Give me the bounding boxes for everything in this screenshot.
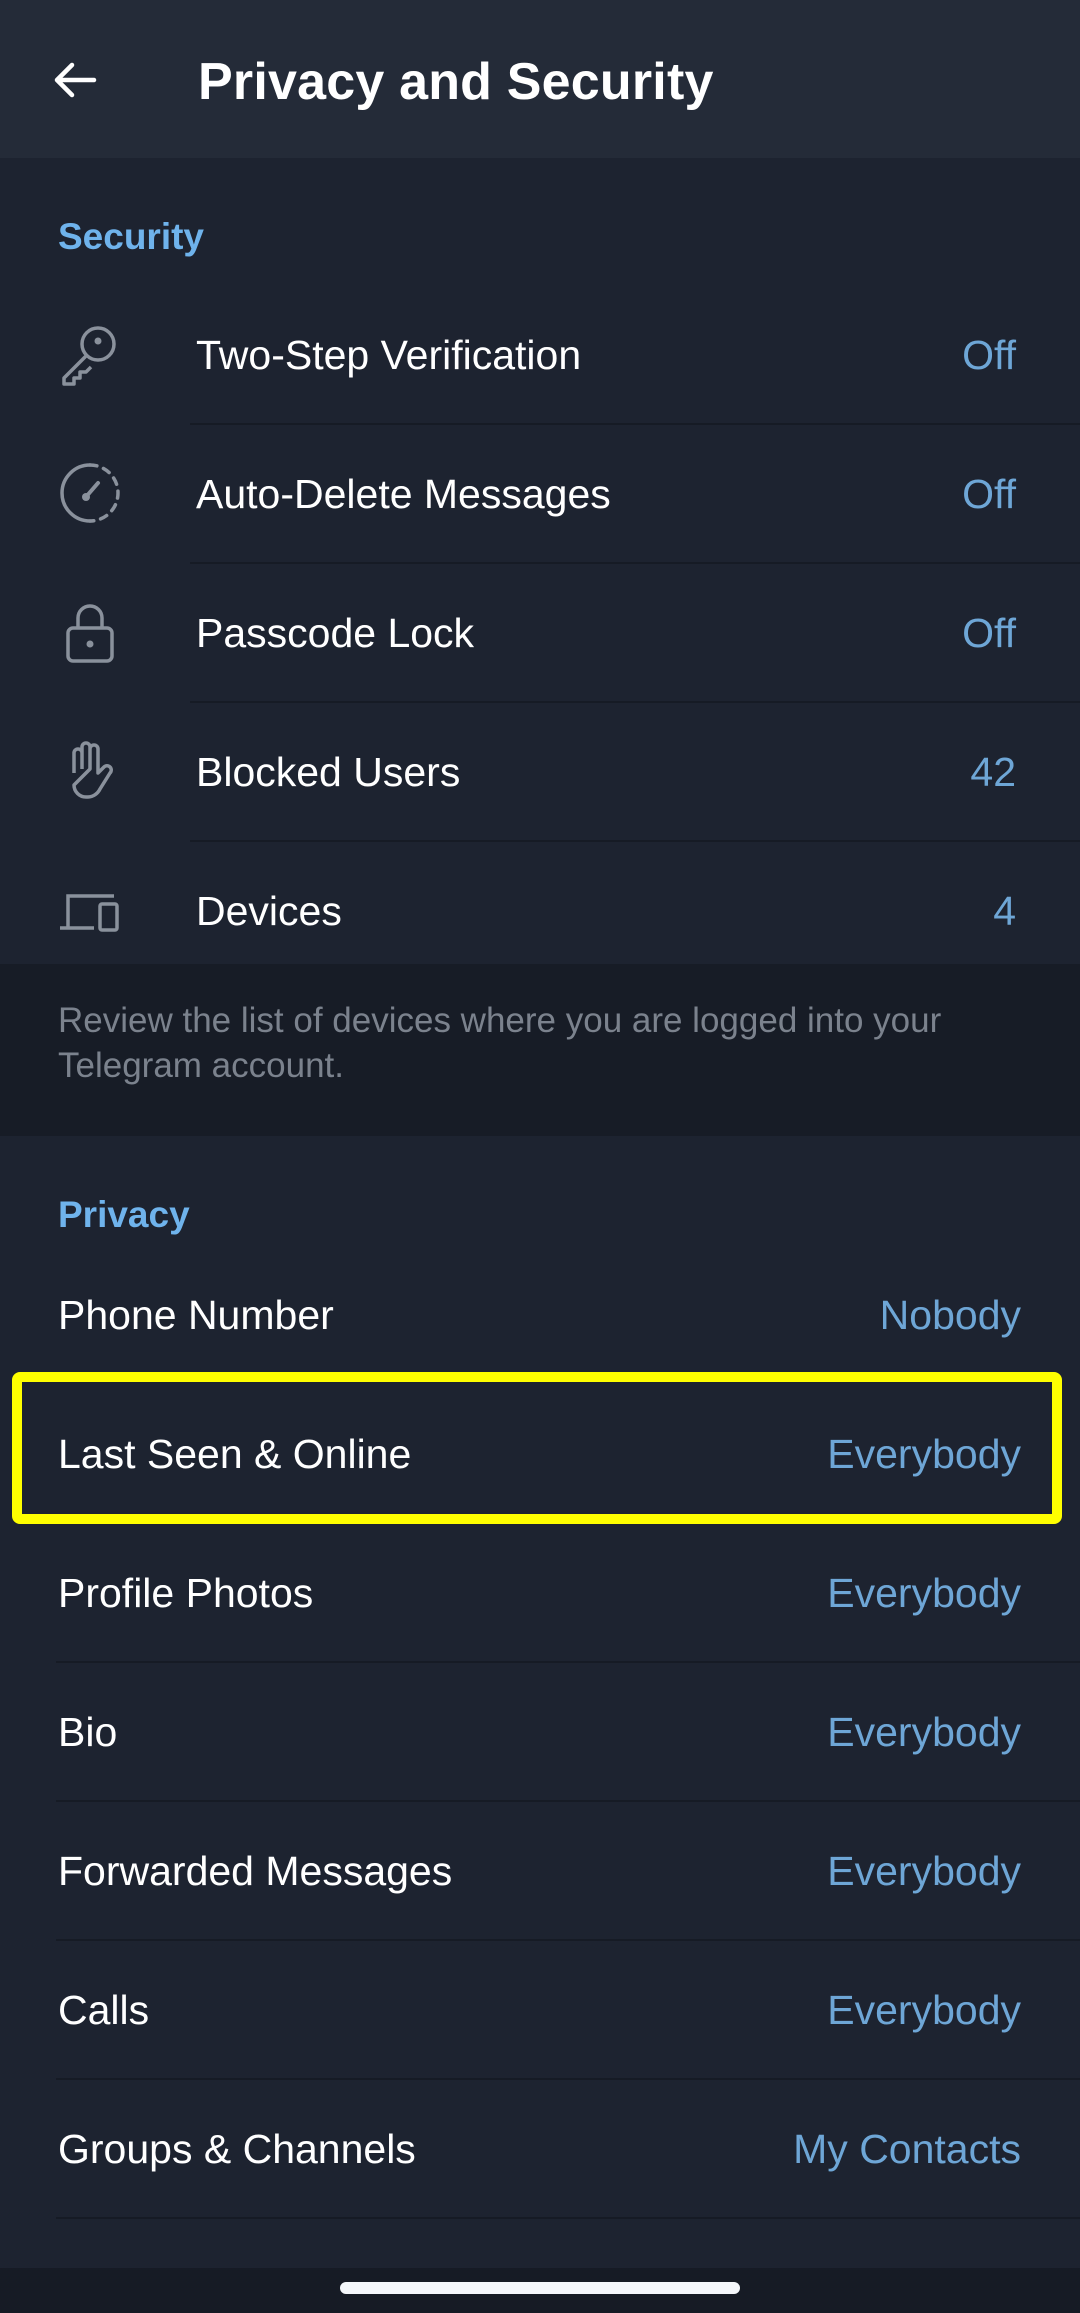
divider bbox=[56, 2217, 1080, 2219]
row-value: My Contacts bbox=[793, 2126, 1021, 2172]
privacy-section-title: Privacy bbox=[58, 1194, 190, 1235]
row-value: Everybody bbox=[827, 1431, 1021, 1477]
row-label: Auto-Delete Messages bbox=[196, 471, 611, 517]
row-label: Passcode Lock bbox=[196, 610, 475, 656]
row-label: Devices bbox=[196, 888, 342, 934]
row-label: Last Seen & Online bbox=[58, 1431, 412, 1477]
row-value: Off bbox=[962, 332, 1016, 378]
row-label: Groups & Channels bbox=[58, 2126, 416, 2172]
row-blocked-users[interactable]: Blocked Users 42 bbox=[0, 703, 1080, 842]
row-label: Calls bbox=[58, 1987, 150, 2033]
row-value: 42 bbox=[970, 749, 1016, 795]
app-bar: Privacy and Security bbox=[0, 0, 1080, 158]
row-profile-photos[interactable]: Profile Photos Everybody bbox=[0, 1524, 1080, 1663]
row-passcode-lock[interactable]: Passcode Lock Off bbox=[0, 564, 1080, 703]
row-calls[interactable]: Calls Everybody bbox=[0, 1941, 1080, 2080]
page-title: Privacy and Security bbox=[198, 53, 714, 111]
system-nav-bar bbox=[0, 2268, 1080, 2313]
row-value: 4 bbox=[993, 888, 1016, 934]
row-value: Off bbox=[962, 471, 1016, 517]
key-icon bbox=[62, 326, 116, 386]
row-groups-channels[interactable]: Groups & Channels My Contacts bbox=[0, 2080, 1080, 2219]
lock-icon bbox=[66, 604, 114, 663]
row-label: Profile Photos bbox=[58, 1570, 314, 1616]
row-value: Everybody bbox=[827, 1570, 1021, 1616]
hand-icon bbox=[72, 741, 113, 799]
home-indicator[interactable] bbox=[340, 2282, 740, 2294]
row-auto-delete-messages[interactable]: Auto-Delete Messages Off bbox=[0, 425, 1080, 564]
privacy-section: Privacy Phone Number Nobody Last Seen & … bbox=[0, 1136, 1080, 2268]
row-label: Two-Step Verification bbox=[196, 332, 582, 378]
row-label: Blocked Users bbox=[196, 749, 461, 795]
row-value: Everybody bbox=[827, 1987, 1021, 2033]
row-value: Nobody bbox=[879, 1292, 1021, 1338]
devices-info-text: Review the list of devices where you are… bbox=[58, 1001, 942, 1085]
row-last-seen-online[interactable]: Last Seen & Online Everybody bbox=[0, 1385, 1080, 1524]
timer-icon bbox=[60, 463, 120, 523]
row-value: Off bbox=[962, 610, 1016, 656]
security-section-title: Security bbox=[58, 216, 205, 257]
row-label: Phone Number bbox=[58, 1292, 334, 1338]
row-devices[interactable]: Devices 4 bbox=[0, 842, 1080, 981]
row-label: Forwarded Messages bbox=[58, 1848, 453, 1894]
row-phone-number[interactable]: Phone Number Nobody bbox=[0, 1246, 1080, 1385]
row-forwarded-messages[interactable]: Forwarded Messages Everybody bbox=[0, 1802, 1080, 1941]
devices-info-box: Review the list of devices where you are… bbox=[0, 964, 1080, 1136]
arrow-left-icon bbox=[54, 62, 97, 98]
row-bio[interactable]: Bio Everybody bbox=[0, 1663, 1080, 1802]
back-button[interactable] bbox=[40, 45, 110, 115]
row-two-step-verification[interactable]: Two-Step Verification Off bbox=[0, 286, 1080, 425]
devices-icon bbox=[60, 894, 119, 932]
row-value: Everybody bbox=[827, 1848, 1021, 1894]
security-section: Security Two-Step Verification Off Auto-… bbox=[0, 158, 1080, 964]
row-value: Everybody bbox=[827, 1709, 1021, 1755]
row-label: Bio bbox=[58, 1709, 118, 1755]
